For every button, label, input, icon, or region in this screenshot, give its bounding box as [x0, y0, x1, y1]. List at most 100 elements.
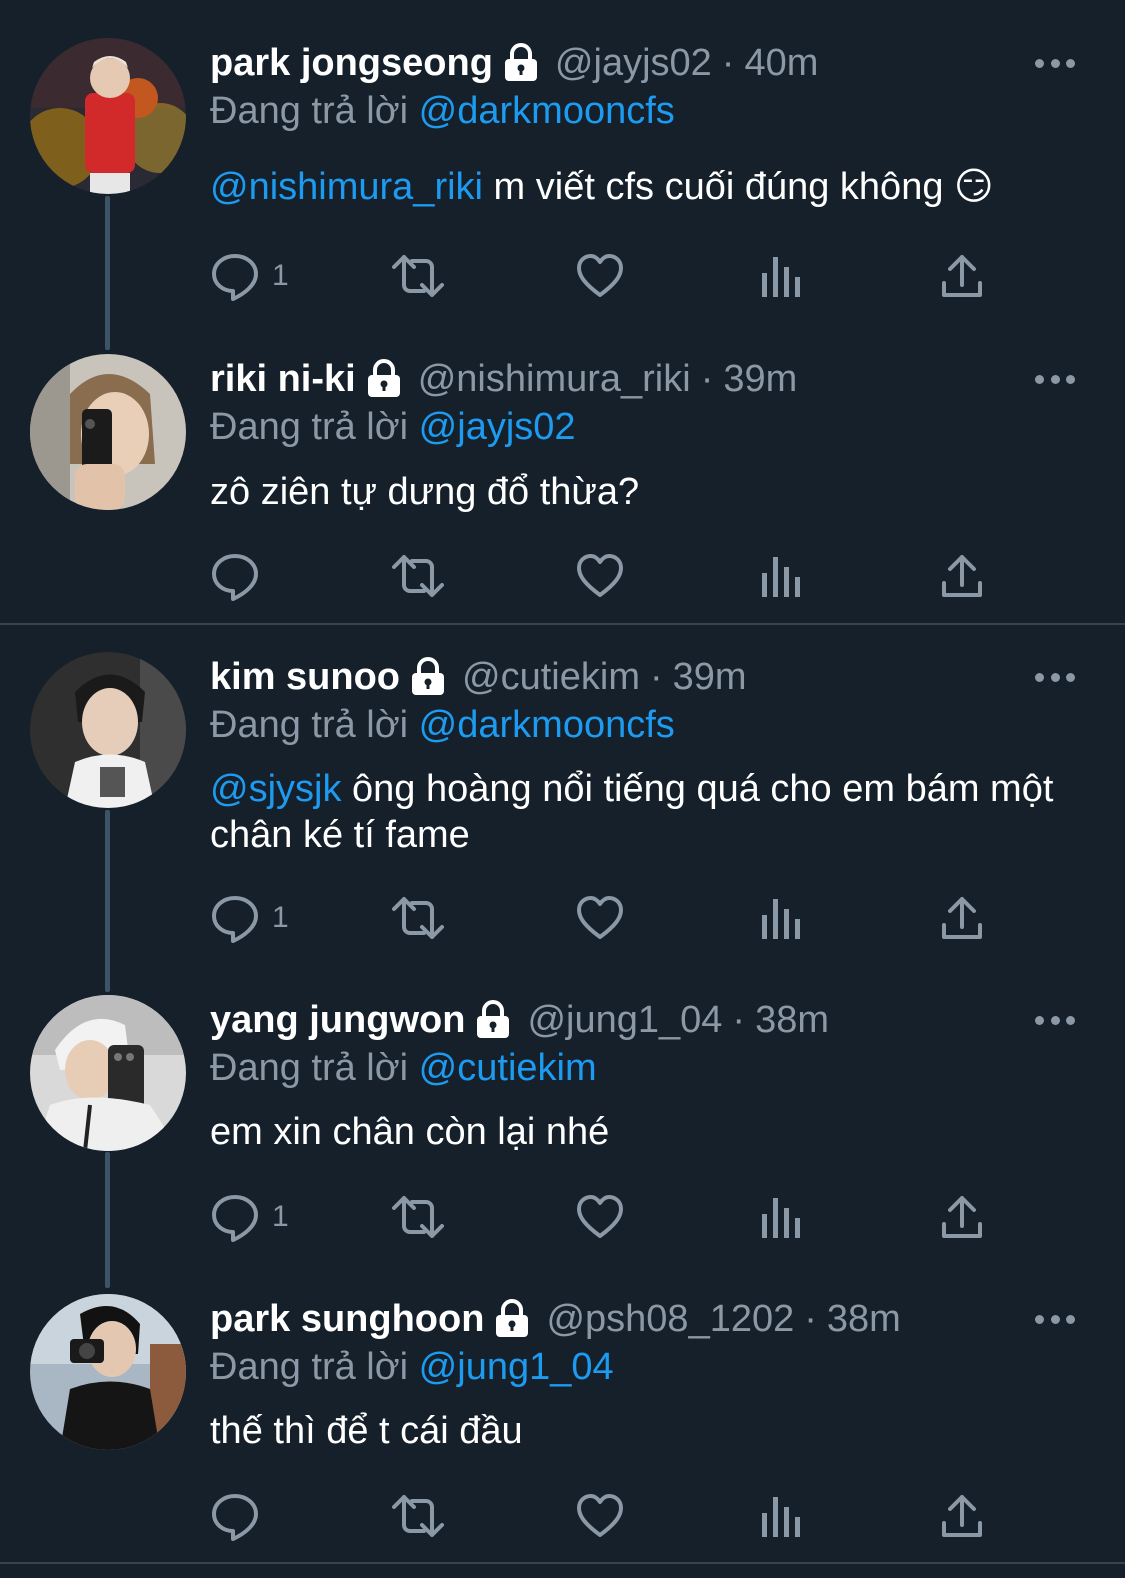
- retweet-button[interactable]: [390, 248, 446, 304]
- tweet[interactable]: kim sunoo @cutiekim · 39m Đang trả lời @…: [0, 652, 1125, 952]
- share-icon: [942, 1495, 982, 1537]
- views-button[interactable]: [760, 1488, 804, 1544]
- replying-to-mention[interactable]: @cutiekim: [419, 1047, 597, 1089]
- retweet-button[interactable]: [390, 1189, 446, 1245]
- like-button[interactable]: [575, 890, 625, 946]
- mention-link[interactable]: @sjysjk: [210, 768, 341, 810]
- views-button[interactable]: [760, 890, 804, 946]
- more-options-icon[interactable]: [1035, 652, 1075, 702]
- replying-to-mention[interactable]: @darkmooncfs: [419, 704, 675, 746]
- retweet-icon: [392, 897, 444, 939]
- share-button[interactable]: [940, 548, 984, 604]
- tweet[interactable]: park jongseong @jayjs02 · 40m Đang trả l…: [0, 38, 1125, 318]
- more-options-icon[interactable]: [1035, 1294, 1075, 1344]
- share-button[interactable]: [940, 1189, 984, 1245]
- share-button[interactable]: [940, 1488, 984, 1544]
- views-button[interactable]: [760, 548, 804, 604]
- display-name[interactable]: riki ni-ki: [210, 354, 356, 404]
- retweet-icon: [392, 255, 444, 297]
- action-bar: 1: [210, 1189, 1000, 1245]
- share-button[interactable]: [940, 248, 984, 304]
- reply-button[interactable]: [210, 1488, 260, 1544]
- reply-button[interactable]: 1: [210, 890, 289, 946]
- tweet-header: riki ni-ki @nishimura_riki · 39m: [210, 354, 797, 404]
- retweet-button[interactable]: [390, 890, 446, 946]
- tweet[interactable]: yang jungwon @jung1_04 · 38m Đang trả lờ…: [0, 995, 1125, 1255]
- more-options-icon[interactable]: [1035, 354, 1075, 404]
- tweet-header: yang jungwon @jung1_04 · 38m: [210, 995, 829, 1045]
- replying-to-mention[interactable]: @darkmooncfs: [419, 90, 675, 132]
- replying-to-mention[interactable]: @jayjs02: [419, 406, 576, 448]
- views-button[interactable]: [760, 1189, 804, 1245]
- reply-button[interactable]: 1: [210, 1189, 289, 1245]
- share-icon: [942, 555, 982, 597]
- like-heart-icon: [577, 896, 623, 939]
- like-button[interactable]: [575, 1488, 625, 1544]
- timestamp[interactable]: 39m: [723, 354, 797, 404]
- replying-to-label: Đang trả lời: [210, 1346, 409, 1388]
- user-handle[interactable]: @jayjs02: [555, 38, 712, 88]
- avatar[interactable]: [30, 995, 186, 1151]
- replying-to-label: Đang trả lời: [210, 704, 409, 746]
- like-heart-icon: [577, 1195, 623, 1238]
- like-heart-icon: [577, 554, 623, 597]
- display-name[interactable]: park jongseong: [210, 38, 493, 88]
- tweet-text: zô ziên tự dưng đổ thừa?: [210, 469, 1070, 515]
- more-options-icon[interactable]: [1035, 995, 1075, 1045]
- reply-icon: [212, 254, 258, 301]
- display-name[interactable]: yang jungwon: [210, 995, 465, 1045]
- user-handle[interactable]: @cutiekim: [462, 652, 640, 702]
- lock-icon: [410, 657, 446, 697]
- views-button[interactable]: [760, 248, 804, 304]
- reply-button[interactable]: [210, 548, 260, 604]
- replying-to-label: Đang trả lời: [210, 1047, 409, 1089]
- avatar[interactable]: [30, 38, 186, 194]
- timestamp[interactable]: 38m: [755, 995, 829, 1045]
- share-button[interactable]: [940, 890, 984, 946]
- share-icon: [942, 1196, 982, 1238]
- avatar[interactable]: [30, 1294, 186, 1450]
- avatar[interactable]: [30, 354, 186, 510]
- reply-count: 1: [272, 1200, 289, 1233]
- share-icon: [942, 897, 982, 939]
- replying-to-label: Đang trả lời: [210, 406, 409, 448]
- retweet-icon: [392, 1196, 444, 1238]
- like-heart-icon: [577, 254, 623, 297]
- retweet-button[interactable]: [390, 548, 446, 604]
- retweet-icon: [392, 1495, 444, 1537]
- timestamp[interactable]: 38m: [827, 1294, 901, 1344]
- tweet[interactable]: park sunghoon @psh08_1202 · 38m Đang trả…: [0, 1294, 1125, 1550]
- views-chart-icon: [762, 557, 800, 597]
- user-handle[interactable]: @psh08_1202: [546, 1294, 794, 1344]
- like-button[interactable]: [575, 1189, 625, 1245]
- replying-to: Đang trả lời @jung1_04: [210, 1342, 614, 1392]
- retweet-button[interactable]: [390, 1488, 446, 1544]
- like-button[interactable]: [575, 548, 625, 604]
- more-options-icon[interactable]: [1035, 38, 1075, 88]
- action-bar: [210, 1488, 1000, 1544]
- user-handle[interactable]: @nishimura_riki: [418, 354, 691, 404]
- separator-dot: ·: [700, 358, 714, 400]
- lock-icon: [366, 359, 402, 399]
- tweet-text: @nishimura_riki m viết cfs cuối đúng khô…: [210, 164, 1070, 210]
- avatar[interactable]: [30, 652, 186, 808]
- display-name[interactable]: kim sunoo: [210, 652, 400, 702]
- timestamp[interactable]: 39m: [673, 652, 747, 702]
- timestamp[interactable]: 40m: [744, 38, 818, 88]
- user-handle[interactable]: @jung1_04: [527, 995, 722, 1045]
- lock-icon: [475, 1000, 511, 1040]
- reply-button[interactable]: 1: [210, 248, 289, 304]
- replying-to-label: Đang trả lời: [210, 90, 409, 132]
- tweet[interactable]: riki ni-ki @nishimura_riki · 39m Đang tr…: [0, 354, 1125, 604]
- mention-link[interactable]: @nishimura_riki: [210, 166, 483, 208]
- replying-to-mention[interactable]: @jung1_04: [419, 1346, 614, 1388]
- display-name[interactable]: park sunghoon: [210, 1294, 484, 1344]
- tweet-body-text: em xin chân còn lại nhé: [210, 1111, 610, 1153]
- bottom-divider: [0, 1562, 1125, 1564]
- tweet-header: park jongseong @jayjs02 · 40m: [210, 38, 818, 88]
- separator-dot: ·: [732, 999, 746, 1041]
- like-button[interactable]: [575, 248, 625, 304]
- reply-icon: [212, 1494, 258, 1541]
- replying-to: Đang trả lời @cutiekim: [210, 1043, 597, 1093]
- reply-count: 1: [272, 901, 289, 934]
